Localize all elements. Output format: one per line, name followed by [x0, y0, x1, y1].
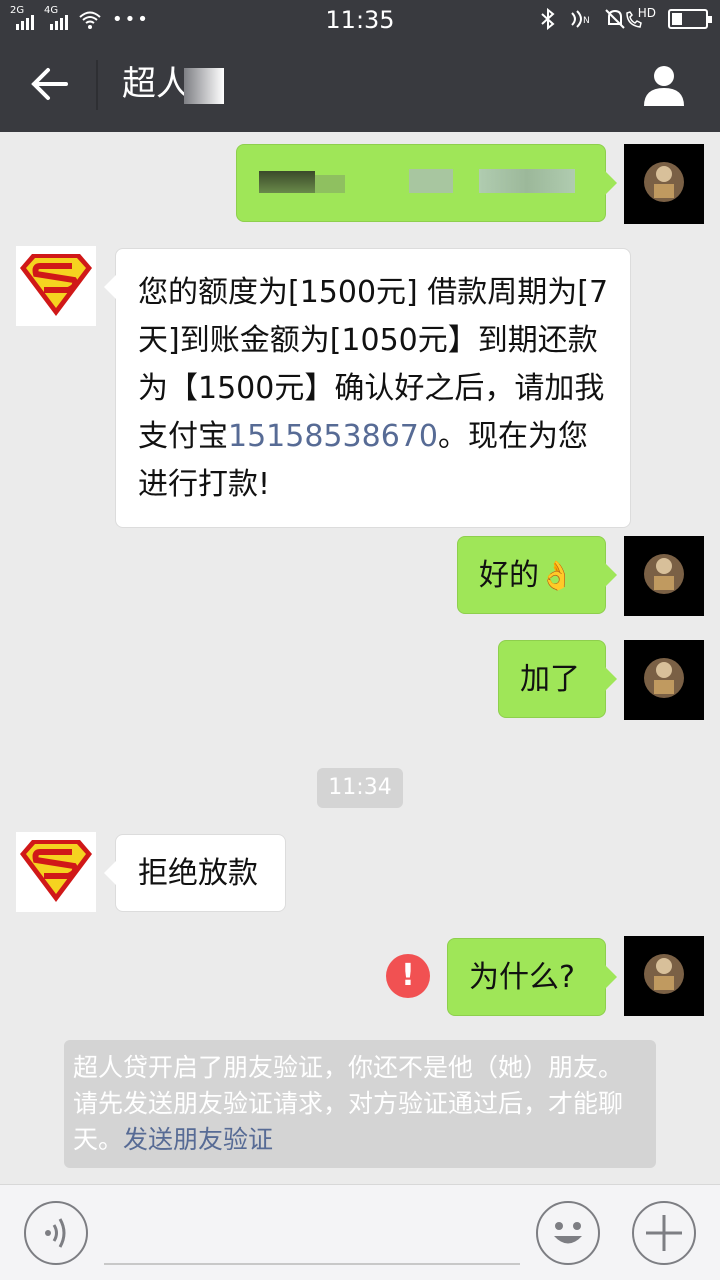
chat-title: 超人: [122, 62, 224, 106]
superman-logo-icon: [20, 254, 92, 316]
header-divider: [96, 60, 98, 110]
phone-number-link[interactable]: 15158538670: [228, 419, 438, 454]
redacted-text: [259, 165, 589, 205]
my-avatar[interactable]: [624, 640, 704, 720]
plus-icon: [646, 1215, 682, 1251]
back-arrow-icon[interactable]: [26, 64, 72, 104]
status-bar: 2G 4G ••• 11:35 N HD: [0, 0, 720, 38]
battery-icon: [668, 9, 712, 29]
my-avatar[interactable]: [624, 536, 704, 616]
send-verification-link[interactable]: 发送朋友验证: [123, 1125, 273, 1154]
message-text: 为什么?: [469, 960, 575, 995]
hd-call-icon: HD: [625, 6, 656, 28]
friend-verification-notice: 超人贷开启了朋友验证，你还不是他（她）朋友。请先发送朋友验证请求，对方验证通过后…: [64, 1040, 656, 1168]
contact-avatar[interactable]: [16, 832, 96, 912]
send-failed-icon[interactable]: !: [386, 954, 430, 998]
more-button[interactable]: [632, 1201, 696, 1265]
superman-logo-icon: [20, 840, 92, 902]
message-text: 拒绝放款: [138, 856, 258, 891]
timestamp: 11:34: [317, 768, 403, 808]
message-input[interactable]: [104, 1263, 520, 1265]
emoji-button[interactable]: [536, 1201, 600, 1265]
smiley-icon: [554, 1222, 582, 1244]
avatar-photo-icon: [644, 554, 684, 594]
bluetooth-icon: [541, 8, 555, 30]
ok-hand-emoji: 👌: [539, 559, 574, 592]
message-bubble-loan-terms[interactable]: 您的额度为[1500元] 借款周期为[7天]到账金额为[1050元】到期还款为【…: [104, 248, 631, 528]
mute-bell-icon: [605, 9, 625, 29]
voice-button[interactable]: [24, 1201, 88, 1265]
message-bubble-refuse[interactable]: 拒绝放款: [104, 834, 286, 912]
message-bubble-added[interactable]: 加了: [498, 640, 617, 718]
message-bubble-why[interactable]: 为什么?: [447, 938, 617, 1016]
message-text: 好的: [479, 558, 539, 593]
avatar-photo-icon: [644, 954, 684, 994]
battery-fill: [672, 13, 682, 25]
status-right: N HD: [540, 6, 712, 30]
person-icon[interactable]: [642, 64, 686, 106]
avatar-photo-icon: [644, 162, 684, 202]
svg-text:N: N: [583, 16, 590, 26]
voice-icon: [45, 1218, 66, 1248]
my-avatar[interactable]: [624, 936, 704, 1016]
chat-header: 超人: [0, 38, 720, 132]
input-bar: [0, 1184, 720, 1280]
message-text: 加了: [520, 662, 580, 697]
my-avatar[interactable]: [624, 144, 704, 224]
nfc-icon: N: [570, 10, 590, 28]
avatar-photo-icon: [644, 658, 684, 698]
title-redaction: [184, 67, 224, 104]
message-bubble-ok[interactable]: 好的👌: [457, 536, 617, 614]
contact-avatar[interactable]: [16, 246, 96, 326]
chat-area[interactable]: 您的额度为[1500元] 借款周期为[7天]到账金额为[1050元】到期还款为【…: [0, 132, 720, 1184]
chat-title-text: 超人: [122, 64, 190, 104]
message-bubble-redacted[interactable]: [236, 144, 617, 222]
